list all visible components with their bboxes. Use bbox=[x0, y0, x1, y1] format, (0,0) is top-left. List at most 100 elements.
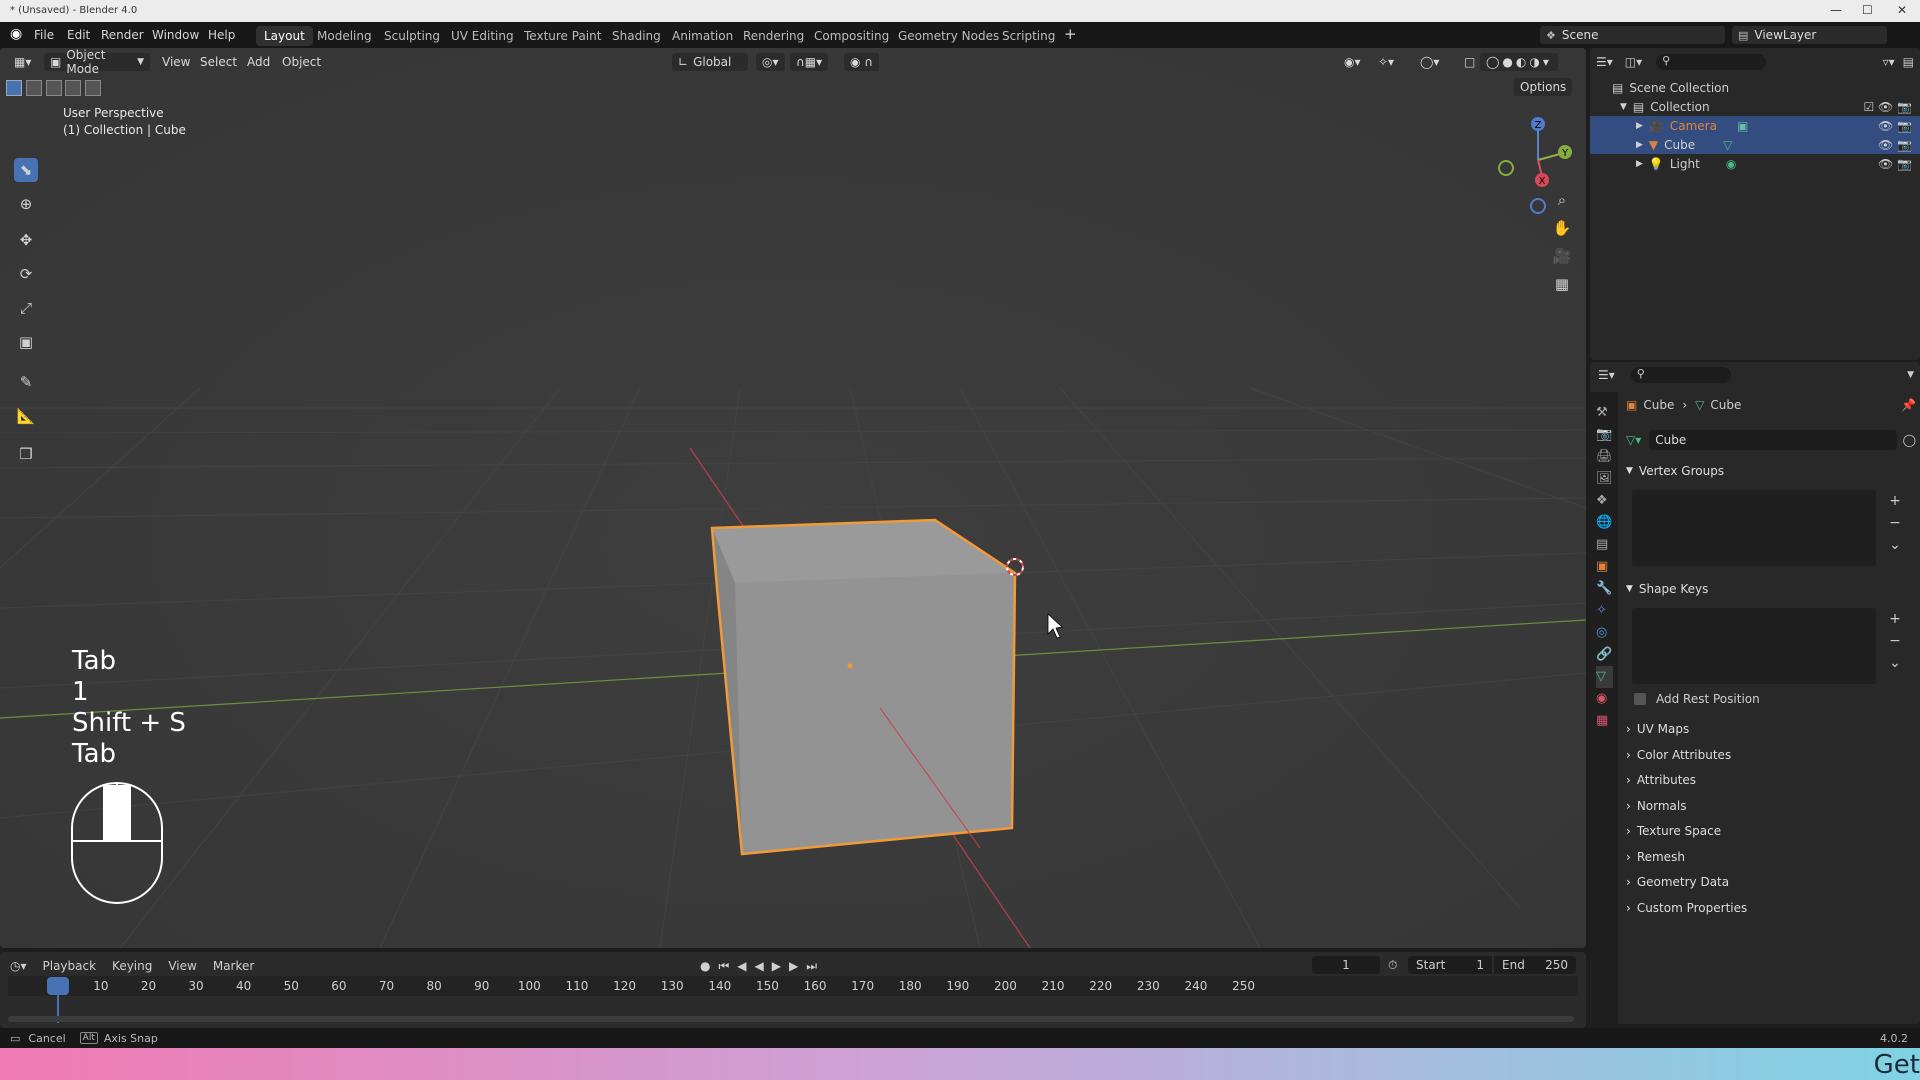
select-subtract-icon[interactable] bbox=[45, 80, 62, 96]
menu-view[interactable]: View bbox=[156, 53, 196, 71]
output-tab-icon[interactable]: 🖨 bbox=[1596, 446, 1613, 468]
shape-keys-list[interactable] bbox=[1632, 608, 1876, 684]
proportional-editing-icon[interactable]: ◉ ∩ bbox=[844, 53, 880, 71]
options-button[interactable]: Options bbox=[1514, 78, 1573, 96]
select-new-icon[interactable] bbox=[6, 80, 22, 96]
section-normals[interactable]: › Normals bbox=[1626, 795, 1916, 817]
current-frame-field[interactable]: 1 bbox=[1312, 956, 1380, 974]
select-mode-buttons[interactable] bbox=[6, 80, 106, 100]
filter-icon[interactable]: ▿▾ bbox=[1883, 55, 1895, 69]
minimize-icon[interactable]: — bbox=[1830, 3, 1842, 17]
camera-toggles[interactable]: 👁 📷 bbox=[1878, 119, 1912, 133]
menu-render[interactable]: Render bbox=[101, 28, 144, 42]
menu-playback[interactable]: Playback bbox=[43, 959, 97, 973]
menu-add[interactable]: Add bbox=[241, 53, 276, 71]
jump-start-icon[interactable]: ⏮ bbox=[718, 959, 737, 974]
ortho-grid-icon[interactable]: ▦ bbox=[1550, 272, 1574, 296]
remove-icon[interactable]: − bbox=[1884, 630, 1906, 652]
select-extend-icon[interactable] bbox=[25, 80, 42, 96]
tree-collection[interactable]: ▼ ▤ Collection ☑ 👁 📷 bbox=[1590, 97, 1920, 116]
tab-layout[interactable]: Layout bbox=[256, 26, 313, 46]
add-rest-position-row[interactable]: Add Rest Position bbox=[1634, 690, 1760, 708]
section-geometry-data[interactable]: › Geometry Data bbox=[1626, 871, 1916, 893]
add-icon[interactable]: + bbox=[1884, 608, 1906, 630]
select-box-tool-icon[interactable]: ⬊ bbox=[14, 158, 38, 182]
add-rest-position-checkbox[interactable] bbox=[1634, 693, 1646, 705]
section-texture-space[interactable]: › Texture Space bbox=[1626, 820, 1916, 842]
tab-compositing[interactable]: Compositing bbox=[806, 26, 897, 46]
shape-key-controls[interactable]: + − ⌄ bbox=[1884, 608, 1906, 674]
editor-type-icon[interactable]: ◷▾ bbox=[10, 959, 27, 973]
transform-orientation-selector[interactable]: ∟ Global bbox=[672, 53, 748, 71]
measure-tool-icon[interactable]: 📐 bbox=[14, 404, 38, 428]
annotate-tool-icon[interactable]: ✎ bbox=[14, 370, 38, 394]
editor-type-icon[interactable]: ▦▾ bbox=[8, 53, 37, 71]
remove-icon[interactable]: − bbox=[1884, 512, 1906, 534]
gizmo-toggle-icon[interactable]: ✧▾ bbox=[1372, 53, 1400, 71]
menu-object[interactable]: Object bbox=[276, 53, 327, 71]
tab-rendering[interactable]: Rendering bbox=[735, 26, 812, 46]
tab-geometry-nodes[interactable]: Geometry Nodes bbox=[890, 26, 1007, 46]
3d-viewport[interactable]: ▦▾ ▣ Object Mode ▼ View Select Add Objec… bbox=[0, 48, 1586, 948]
cube-toggles[interactable]: 👁 📷 bbox=[1878, 138, 1912, 152]
rotate-tool-icon[interactable]: ⟳ bbox=[14, 262, 38, 286]
shape-keys-header[interactable]: ▼ Shape Keys bbox=[1626, 578, 1916, 600]
snap-icon[interactable]: ∩▦▾ bbox=[790, 53, 829, 71]
tree-item-light[interactable]: ▶ 💡 Light ◉ 👁 📷 bbox=[1590, 154, 1920, 173]
new-collection-icon[interactable]: ▤ bbox=[1903, 55, 1914, 69]
fake-user-icon[interactable]: ◯ bbox=[1903, 433, 1916, 447]
select-intersect-icon[interactable] bbox=[85, 80, 102, 96]
particles-tab-icon[interactable]: ✧ bbox=[1596, 600, 1613, 622]
view-layer-tab-icon[interactable]: 🖼 bbox=[1596, 468, 1613, 490]
add-icon[interactable]: + bbox=[1884, 490, 1906, 512]
vertex-groups-list[interactable] bbox=[1632, 490, 1876, 566]
menu-marker[interactable]: Marker bbox=[213, 959, 254, 973]
section-uv-maps[interactable]: › UV Maps bbox=[1626, 718, 1916, 740]
tool-tab-icon[interactable]: ⚒ bbox=[1596, 402, 1613, 424]
add-workspace-icon[interactable]: + bbox=[1064, 25, 1077, 43]
world-tab-icon[interactable]: 🌐 bbox=[1596, 512, 1613, 534]
tab-animation[interactable]: Animation bbox=[664, 26, 741, 46]
properties-search-input[interactable]: ⚲ bbox=[1630, 367, 1731, 383]
prev-keyframe-icon[interactable]: ◀ bbox=[737, 959, 754, 973]
tab-shading[interactable]: Shading bbox=[604, 26, 669, 46]
view-layer-selector[interactable]: ▤ ViewLayer bbox=[1732, 26, 1887, 44]
overlays-icon[interactable]: ◯▾ bbox=[1414, 53, 1445, 71]
scale-tool-icon[interactable]: ⤢ bbox=[14, 296, 38, 320]
tab-scripting[interactable]: Scripting bbox=[994, 26, 1063, 46]
menu-edit[interactable]: Edit bbox=[67, 28, 90, 42]
tab-modeling[interactable]: Modeling bbox=[309, 26, 380, 46]
select-invert-icon[interactable] bbox=[65, 80, 82, 96]
texture-tab-icon[interactable]: ▦ bbox=[1596, 710, 1613, 732]
object-tab-icon[interactable]: ▣ bbox=[1596, 556, 1613, 578]
maximize-icon[interactable]: ☐ bbox=[1862, 3, 1873, 17]
menu-keying[interactable]: Keying bbox=[112, 959, 152, 973]
tab-texture-paint[interactable]: Texture Paint bbox=[516, 26, 609, 46]
collection-toggles[interactable]: ☑ 👁 📷 bbox=[1863, 100, 1912, 114]
pivot-point-icon[interactable]: ◎▾ bbox=[756, 53, 785, 71]
menu-file[interactable]: File bbox=[34, 28, 54, 42]
tree-scene-collection[interactable]: ▤ Scene Collection bbox=[1590, 78, 1920, 97]
blender-logo-icon[interactable]: ◉ bbox=[10, 26, 22, 42]
timer-icon[interactable]: ⏱ bbox=[1388, 958, 1397, 973]
end-frame-field[interactable]: End 250 bbox=[1494, 956, 1576, 974]
menu-help[interactable]: Help bbox=[208, 28, 235, 42]
modifier-tab-icon[interactable]: 🔧 bbox=[1596, 578, 1613, 600]
camera-view-icon[interactable]: 🎥 bbox=[1550, 244, 1574, 268]
vertex-group-controls[interactable]: + − ⌄ bbox=[1884, 490, 1906, 556]
constraints-tab-icon[interactable]: 🔗 bbox=[1596, 644, 1613, 666]
transform-tool-icon[interactable]: ▣ bbox=[14, 330, 38, 354]
shading-mode-icons[interactable]: ◯●◐◑▾ bbox=[1480, 53, 1558, 71]
chevron-down-icon[interactable]: ▼ bbox=[1907, 370, 1914, 380]
scene-tab-icon[interactable]: ❖ bbox=[1596, 490, 1613, 512]
section-color-attributes[interactable]: › Color Attributes bbox=[1626, 744, 1916, 766]
data-tab-icon[interactable]: ▽ bbox=[1596, 666, 1613, 688]
mesh-datablock-icon[interactable]: ▽▾ bbox=[1626, 433, 1641, 447]
outliner-search-input[interactable]: ⚲ bbox=[1656, 54, 1767, 70]
playhead[interactable] bbox=[47, 977, 69, 995]
chevron-down-icon[interactable]: ⌄ bbox=[1884, 652, 1906, 674]
play-icon[interactable]: ▶ bbox=[772, 959, 789, 973]
properties-tab-icons[interactable]: ⚒ 📷 🖨 🖼 ❖ 🌐 ▤ ▣ 🔧 ✧ ◎ 🔗 ▽ ◉ ▦ bbox=[1596, 402, 1613, 732]
section-attributes[interactable]: › Attributes bbox=[1626, 769, 1916, 791]
cursor-tool-icon[interactable]: ⊕ bbox=[14, 192, 38, 216]
